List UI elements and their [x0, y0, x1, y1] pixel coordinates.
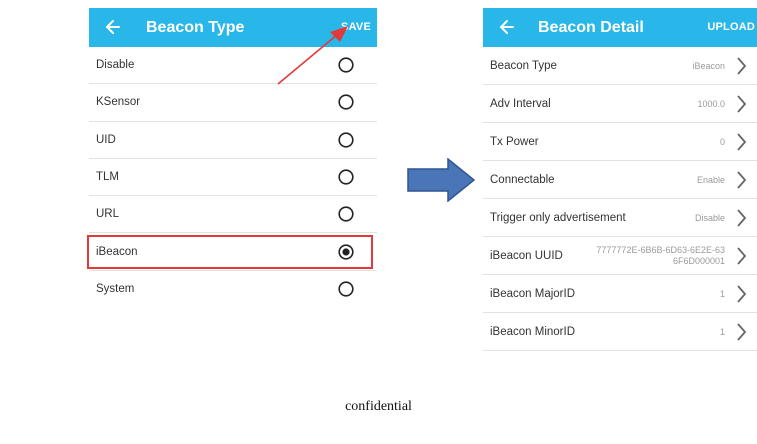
- chevron-right-icon: [737, 170, 747, 189]
- chevron-right-icon: [737, 56, 747, 75]
- detail-value: Disable: [694, 212, 725, 223]
- detail-value: 1000.0: [697, 98, 725, 109]
- detail-label: iBeacon UUID: [490, 249, 563, 262]
- option-label: TLM: [96, 171, 119, 184]
- option-label: Disable: [96, 59, 135, 72]
- detail-value: iBeacon: [692, 60, 725, 71]
- beacon-type-option-system[interactable]: System: [89, 271, 377, 308]
- chevron-right-icon: [737, 208, 747, 227]
- option-label: System: [96, 283, 135, 296]
- beacon-type-option-ibeacon[interactable]: iBeacon: [89, 233, 377, 271]
- detail-row-trigger-only-advertisement[interactable]: Trigger only advertisement Disable: [483, 199, 757, 237]
- red-pointer-arrow-icon: [277, 26, 348, 85]
- beacon-detail-list: Beacon Type iBeacon Adv Interval 1000.0 …: [483, 47, 757, 351]
- detail-row-tx-power[interactable]: Tx Power 0: [483, 123, 757, 161]
- chevron-right-icon: [737, 246, 747, 265]
- detail-value: Enable: [696, 174, 725, 185]
- radio-unchecked-icon[interactable]: [338, 206, 354, 222]
- detail-label: Adv Interval: [490, 97, 551, 110]
- detail-value: 7777772E-6B6B-6D63-6E2E-63 6F6D000001: [596, 244, 725, 266]
- chevron-right-icon: [737, 284, 747, 303]
- chevron-right-icon: [737, 322, 747, 341]
- blue-right-arrow-icon: [407, 158, 476, 202]
- detail-label: iBeacon MajorID: [490, 287, 576, 300]
- beacon-detail-app-bar: Beacon Detail UPLOAD: [483, 8, 757, 47]
- detail-label: Connectable: [490, 173, 555, 186]
- detail-row-connectable[interactable]: Connectable Enable: [483, 161, 757, 199]
- option-label: UID: [96, 133, 116, 146]
- detail-value: 1: [719, 326, 725, 337]
- beacon-type-option-uid[interactable]: UID: [89, 122, 377, 159]
- chevron-right-icon: [737, 94, 747, 113]
- back-arrow-icon[interactable]: [103, 17, 123, 37]
- radio-unchecked-icon[interactable]: [338, 281, 354, 298]
- detail-value: 0: [719, 136, 725, 147]
- confidential-footer: confidential: [345, 399, 412, 414]
- option-label: iBeacon: [96, 245, 138, 258]
- detail-label: Tx Power: [490, 135, 539, 148]
- beacon-detail-screen: Beacon Detail UPLOAD Beacon Type iBeacon…: [483, 8, 757, 351]
- radio-unchecked-icon[interactable]: [338, 169, 354, 185]
- detail-row-adv-interval[interactable]: Adv Interval 1000.0: [483, 85, 757, 123]
- chevron-right-icon: [737, 132, 747, 151]
- detail-label: iBeacon MinorID: [490, 325, 576, 338]
- detail-row-ibeacon-uuid[interactable]: iBeacon UUID 7777772E-6B6B-6D63-6E2E-63 …: [483, 237, 757, 275]
- option-label: KSensor: [96, 96, 141, 109]
- detail-row-ibeacon-minor-id[interactable]: iBeacon MinorID 1: [483, 313, 757, 351]
- page-title: Beacon Type: [146, 19, 245, 36]
- upload-button[interactable]: UPLOAD: [707, 8, 755, 47]
- detail-row-beacon-type[interactable]: Beacon Type iBeacon: [483, 47, 757, 85]
- back-arrow-icon[interactable]: [497, 17, 517, 37]
- radio-unchecked-icon[interactable]: [338, 132, 354, 148]
- page-title: Beacon Detail: [538, 19, 644, 36]
- beacon-type-option-url[interactable]: URL: [89, 196, 377, 234]
- detail-value: 1: [719, 288, 725, 299]
- detail-label: Trigger only advertisement: [490, 211, 626, 224]
- radio-checked-icon[interactable]: [338, 244, 354, 260]
- detail-label: Beacon Type: [490, 59, 557, 72]
- option-label: URL: [96, 208, 120, 221]
- radio-unchecked-icon[interactable]: [338, 94, 354, 111]
- beacon-type-option-tlm[interactable]: TLM: [89, 159, 377, 197]
- detail-row-ibeacon-major-id[interactable]: iBeacon MajorID 1: [483, 275, 757, 313]
